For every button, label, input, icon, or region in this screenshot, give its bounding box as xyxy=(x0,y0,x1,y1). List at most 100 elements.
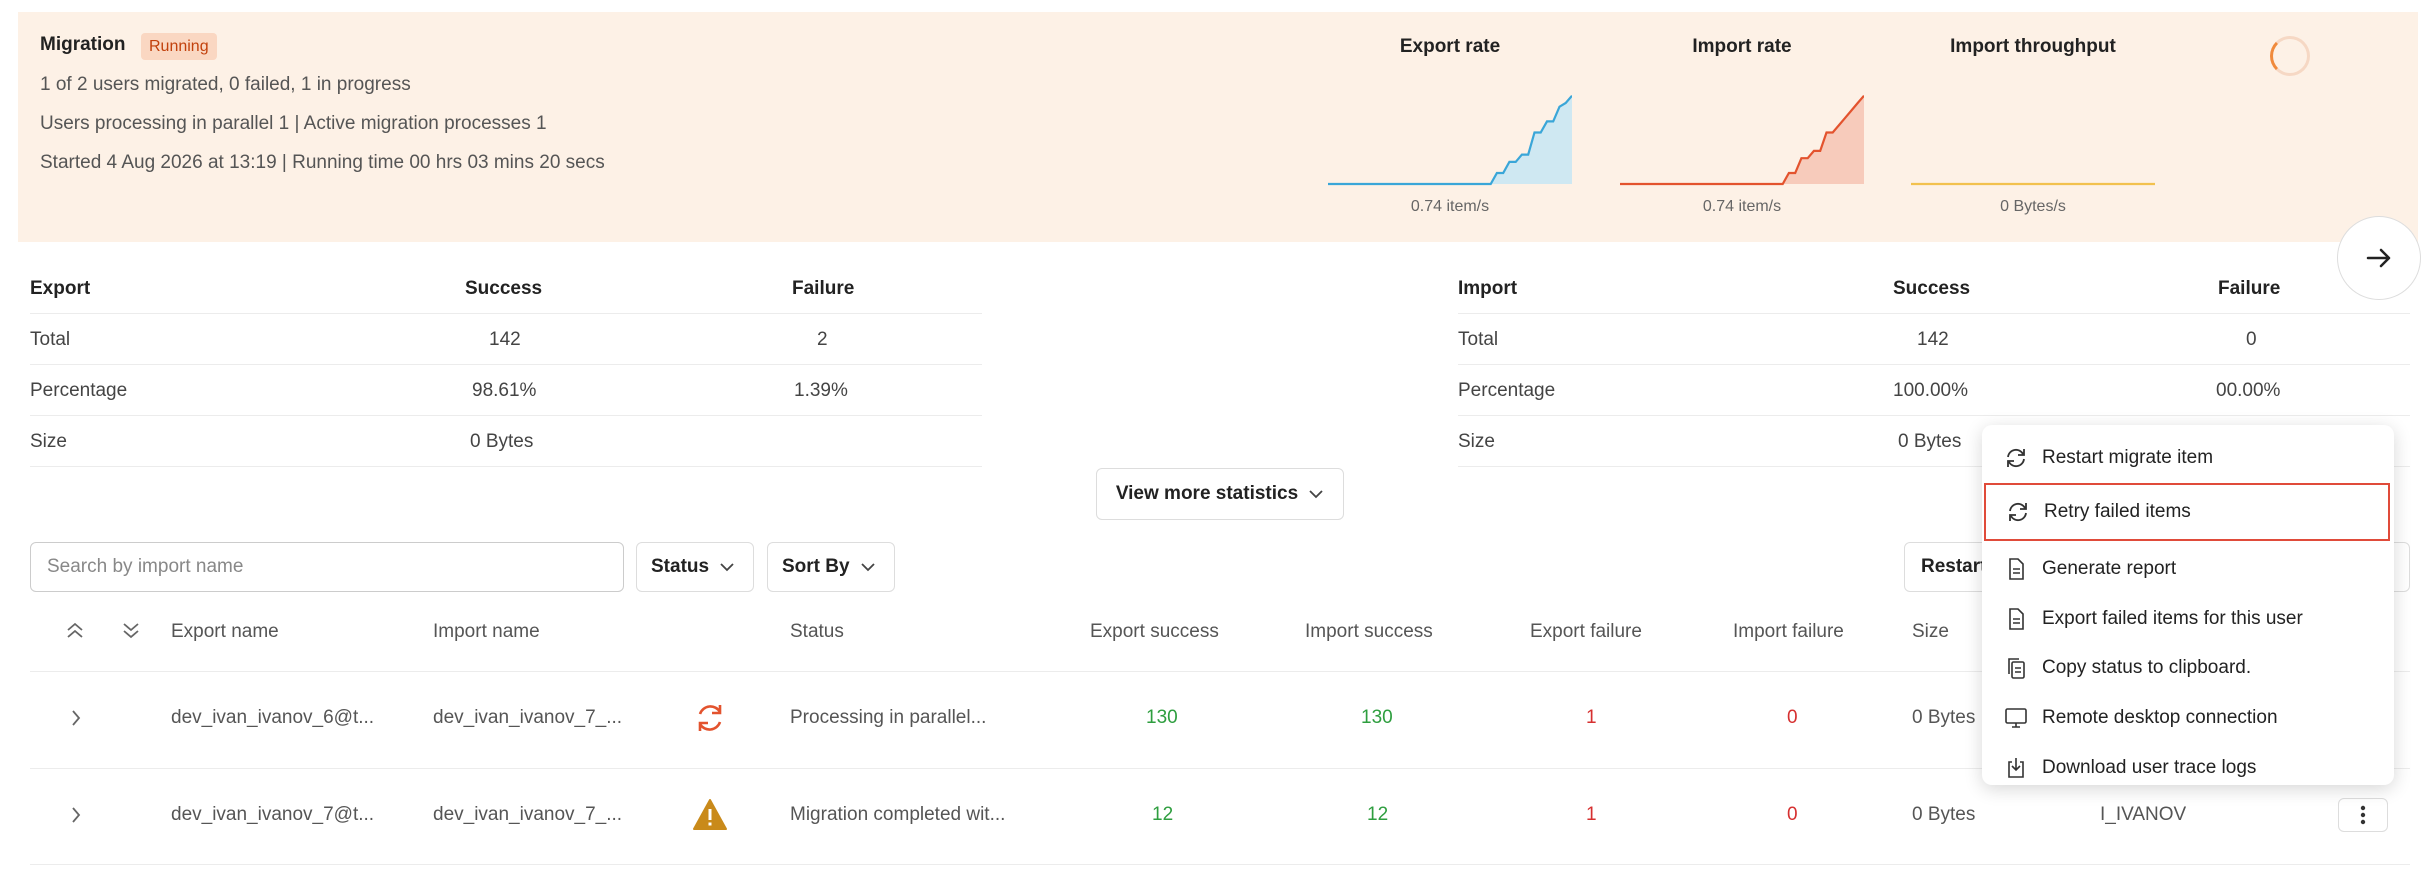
export-percentage-success: 98.61% xyxy=(472,380,537,401)
status-dropdown-label: Status xyxy=(651,556,710,577)
row2-export-name[interactable]: dev_ivan_ivanov_7@t... xyxy=(171,804,374,826)
import-rate-title: Import rate xyxy=(1692,36,1792,57)
expand-all-icon[interactable] xyxy=(64,620,86,642)
chart-area xyxy=(1328,95,1572,184)
row1-export-failure: 1 xyxy=(1586,707,1597,728)
chevron-down-icon xyxy=(720,563,734,572)
table-divider xyxy=(30,864,2410,865)
import-throughput-value: 0 Bytes/s xyxy=(2000,198,2066,215)
import-failure-header: Failure xyxy=(2218,278,2281,299)
export-rate-title: Export rate xyxy=(1399,36,1501,57)
export-rate-value: 0.74 item/s xyxy=(1410,198,1490,215)
export-percentage-failure: 1.39% xyxy=(794,380,848,401)
menu-download-trace-logs[interactable]: Download user trace logs xyxy=(1982,743,2394,793)
export-percentage-row: Percentage 98.61% 1.39% xyxy=(30,366,982,416)
col-import-failure[interactable]: Import failure xyxy=(1733,621,1844,643)
import-throughput-title: Import throughput xyxy=(1950,36,2116,57)
menu-item-label: Retry failed items xyxy=(2044,501,2191,522)
row1-export-success: 130 xyxy=(1146,707,1178,728)
sort-by-dropdown[interactable]: Sort By xyxy=(767,542,895,592)
migration-summary: 1 of 2 users migrated, 0 failed, 1 in pr… xyxy=(40,74,411,95)
import-stats-header: Import Success Failure xyxy=(1458,264,2410,314)
col-export-name[interactable]: Export name xyxy=(171,621,279,643)
menu-item-label: Export failed items for this user xyxy=(2042,608,2303,629)
export-total-row: Total 142 2 xyxy=(30,315,982,365)
chevron-down-icon xyxy=(1309,490,1323,499)
menu-restart-migrate-item[interactable]: Restart migrate item xyxy=(1982,433,2394,483)
download-icon xyxy=(2008,758,2024,778)
col-status[interactable]: Status xyxy=(790,621,844,643)
row2-import-success: 12 xyxy=(1367,804,1389,825)
col-export-success[interactable]: Export success xyxy=(1090,621,1219,643)
export-total-label: Total xyxy=(30,329,71,350)
chevron-right-icon[interactable] xyxy=(68,805,84,825)
refresh-icon xyxy=(2007,448,2025,468)
export-rate-chart xyxy=(1328,94,1572,186)
row1-export-name[interactable]: dev_ivan_ivanov_6@t... xyxy=(171,707,374,729)
status-badge: Running xyxy=(141,33,217,60)
import-rate-chart xyxy=(1620,94,1864,186)
top-strip xyxy=(0,0,2436,10)
menu-retry-failed-items[interactable]: Retry failed items xyxy=(1984,483,2390,541)
import-throughput-chart xyxy=(1911,182,2155,186)
status-dropdown[interactable]: Status xyxy=(636,542,754,592)
kebab-menu-icon xyxy=(2360,805,2366,825)
row2-user: I_IVANOV xyxy=(2100,804,2187,825)
col-import-success[interactable]: Import success xyxy=(1305,621,1433,643)
import-rate-value: 0.74 item/s xyxy=(1702,198,1782,215)
menu-item-label: Remote desktop connection xyxy=(2042,707,2278,728)
sync-icon xyxy=(698,705,722,731)
row2-export-success: 12 xyxy=(1152,804,1174,825)
menu-item-label: Restart migrate item xyxy=(2042,447,2214,468)
document-icon xyxy=(2009,558,2024,580)
menu-export-failed-items[interactable]: Export failed items for this user xyxy=(1982,594,2394,644)
monitor-icon xyxy=(2005,708,2027,728)
menu-item-label: Download user trace logs xyxy=(2042,757,2257,778)
export-stats-header: Export Success Failure xyxy=(30,264,982,314)
import-total-label: Total xyxy=(1458,329,1499,350)
export-total-failure: 2 xyxy=(817,329,828,350)
warning-icon xyxy=(693,799,727,830)
row2-import-name[interactable]: dev_ivan_ivanov_7_... xyxy=(433,804,622,826)
import-percentage-label: Percentage xyxy=(1458,380,1556,401)
copy-icon xyxy=(2008,658,2025,679)
import-percentage-row: Percentage 100.00% 00.00% xyxy=(1458,366,2410,416)
refresh-icon xyxy=(2009,502,2027,522)
view-more-label: View more statistics xyxy=(1115,483,1299,504)
row2-import-failure: 0 xyxy=(1787,804,1798,825)
migration-start-info: Started 4 Aug 2026 at 13:19 | Running ti… xyxy=(40,152,605,173)
col-export-failure[interactable]: Export failure xyxy=(1530,621,1642,643)
migration-parallel-info: Users processing in parallel 1 | Active … xyxy=(40,113,547,134)
menu-generate-report[interactable]: Generate report xyxy=(1982,544,2394,594)
row1-size: 0 Bytes xyxy=(1912,707,1976,728)
export-percentage-label: Percentage xyxy=(30,380,128,401)
export-size-row: Size 0 Bytes xyxy=(30,417,982,467)
search-input[interactable] xyxy=(30,542,624,592)
migration-title: Migration xyxy=(40,34,126,55)
col-size[interactable]: Size xyxy=(1912,621,1949,643)
row2-export-failure: 1 xyxy=(1586,804,1597,825)
chevron-right-icon[interactable] xyxy=(68,708,84,728)
export-size-value: 0 Bytes xyxy=(470,431,534,452)
row-context-menu: Restart migrate item Retry failed items … xyxy=(1982,425,2394,785)
import-total-success: 142 xyxy=(1917,329,1949,350)
row2-status: Migration completed wit... xyxy=(790,804,1006,825)
menu-item-label: Generate report xyxy=(2042,558,2177,579)
import-total-row: Total 142 0 xyxy=(1458,315,2410,365)
row2-size: 0 Bytes xyxy=(1912,804,1976,825)
menu-item-label: Copy status to clipboard. xyxy=(2042,657,2252,678)
export-size-label: Size xyxy=(30,431,67,452)
import-size-label: Size xyxy=(1458,431,1495,452)
row2-more-actions-button[interactable] xyxy=(2338,798,2388,832)
collapse-all-icon[interactable] xyxy=(120,620,142,642)
row1-import-name[interactable]: dev_ivan_ivanov_7_... xyxy=(433,707,622,729)
menu-remote-desktop[interactable]: Remote desktop connection xyxy=(1982,693,2394,743)
loading-spinner-icon xyxy=(2270,36,2310,76)
menu-copy-status[interactable]: Copy status to clipboard. xyxy=(1982,643,2394,693)
import-success-header: Success xyxy=(1893,278,1971,299)
row1-status: Processing in parallel... xyxy=(790,707,987,728)
chart-area xyxy=(1620,95,1864,184)
view-more-statistics-button[interactable]: View more statistics xyxy=(1096,468,1344,520)
col-import-name[interactable]: Import name xyxy=(433,621,540,643)
export-header: Export xyxy=(30,278,91,299)
